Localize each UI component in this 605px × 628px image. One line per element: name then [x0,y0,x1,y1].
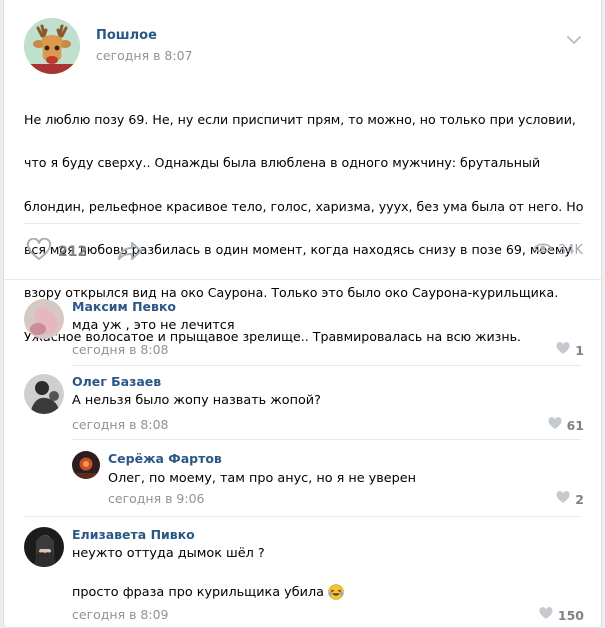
comment-like-count: 150 [557,607,584,623]
comment-author[interactable]: Олег Базаев [72,374,161,389]
comment-text-line2: просто фраза про курильщика убила [72,584,344,600]
post-card: Пошлое сегодня в 8:07 Не люблю позу 69. … [3,0,602,628]
comment-like-button[interactable]: 1 [556,342,584,358]
comment-author[interactable]: Серёжа Фартов [108,451,222,466]
divider [4,279,601,280]
divider [24,516,581,517]
post-text-line: вся моя любовь разбилась в один момент, … [24,241,572,257]
share-button[interactable] [116,240,144,266]
comment-text: А нельзя было жопу назвать жопой? [72,393,321,408]
divider [72,439,581,440]
heart-icon [539,607,553,623]
comment-author[interactable]: Максим Певко [72,299,176,314]
comment-reply: Серёжа Фартов Олег, по моему, там про ан… [72,451,584,513]
like-count: 212 [58,244,88,260]
comment-like-count: 2 [575,491,584,507]
comment-like-count: 61 [566,417,584,433]
comment-date[interactable]: сегодня в 8:08 [72,342,169,357]
post-text-line: что я буду сверху.. Однажды была влюблен… [24,155,541,171]
post-text-line: Не люблю позу 69. Не, ну если приспичит … [24,111,576,127]
group-avatar[interactable] [24,18,80,74]
group-name[interactable]: Пошлое [96,28,157,43]
comment: Олег Базаев А нельзя было жопу назвать ж… [24,374,584,440]
divider [72,365,581,366]
comment: Елизавета Пивко неужто оттуда дымок шёл … [24,527,584,627]
avatar[interactable] [24,299,64,339]
comment-text: мда уж , это не лечится [72,318,235,333]
comment-date[interactable]: сегодня в 8:09 [72,607,169,622]
heart-icon [556,491,570,507]
comment-date[interactable]: сегодня в 8:08 [72,417,169,432]
comment-like-button[interactable]: 2 [556,491,584,507]
laughing-emoji-icon [328,584,344,600]
avatar[interactable] [24,374,64,414]
like-button[interactable]: 212 [26,237,88,266]
heart-icon [26,237,52,266]
comment-date[interactable]: сегодня в 9:06 [108,491,205,506]
chevron-down-icon[interactable] [564,32,584,48]
eye-icon [533,241,552,259]
views-count: 34K [557,242,583,258]
comment-text: просто фраза про курильщика убила [72,584,324,600]
comment-like-button[interactable]: 150 [539,607,584,623]
avatar[interactable] [24,527,64,567]
post-text-line: блондин, рельефное красивое тело, голос,… [24,198,584,214]
divider [24,223,581,224]
views-counter: 34K [533,241,583,259]
comment-like-button[interactable]: 61 [548,417,584,433]
comment-text: неужто оттуда дымок шёл ? [72,546,265,561]
post-header: Пошлое сегодня в 8:07 [24,18,584,74]
share-arrow-icon [116,242,144,266]
post-date[interactable]: сегодня в 8:07 [96,48,193,63]
comment-author[interactable]: Елизавета Пивко [72,527,195,542]
comment: Максим Певко мда уж , это не лечится сег… [24,299,584,365]
comment-text: Олег, по моему, там про анус, но я не ув… [108,471,417,486]
avatar[interactable] [72,451,100,479]
heart-icon [556,342,570,358]
comment-like-count: 1 [575,342,584,358]
heart-icon [548,417,562,433]
